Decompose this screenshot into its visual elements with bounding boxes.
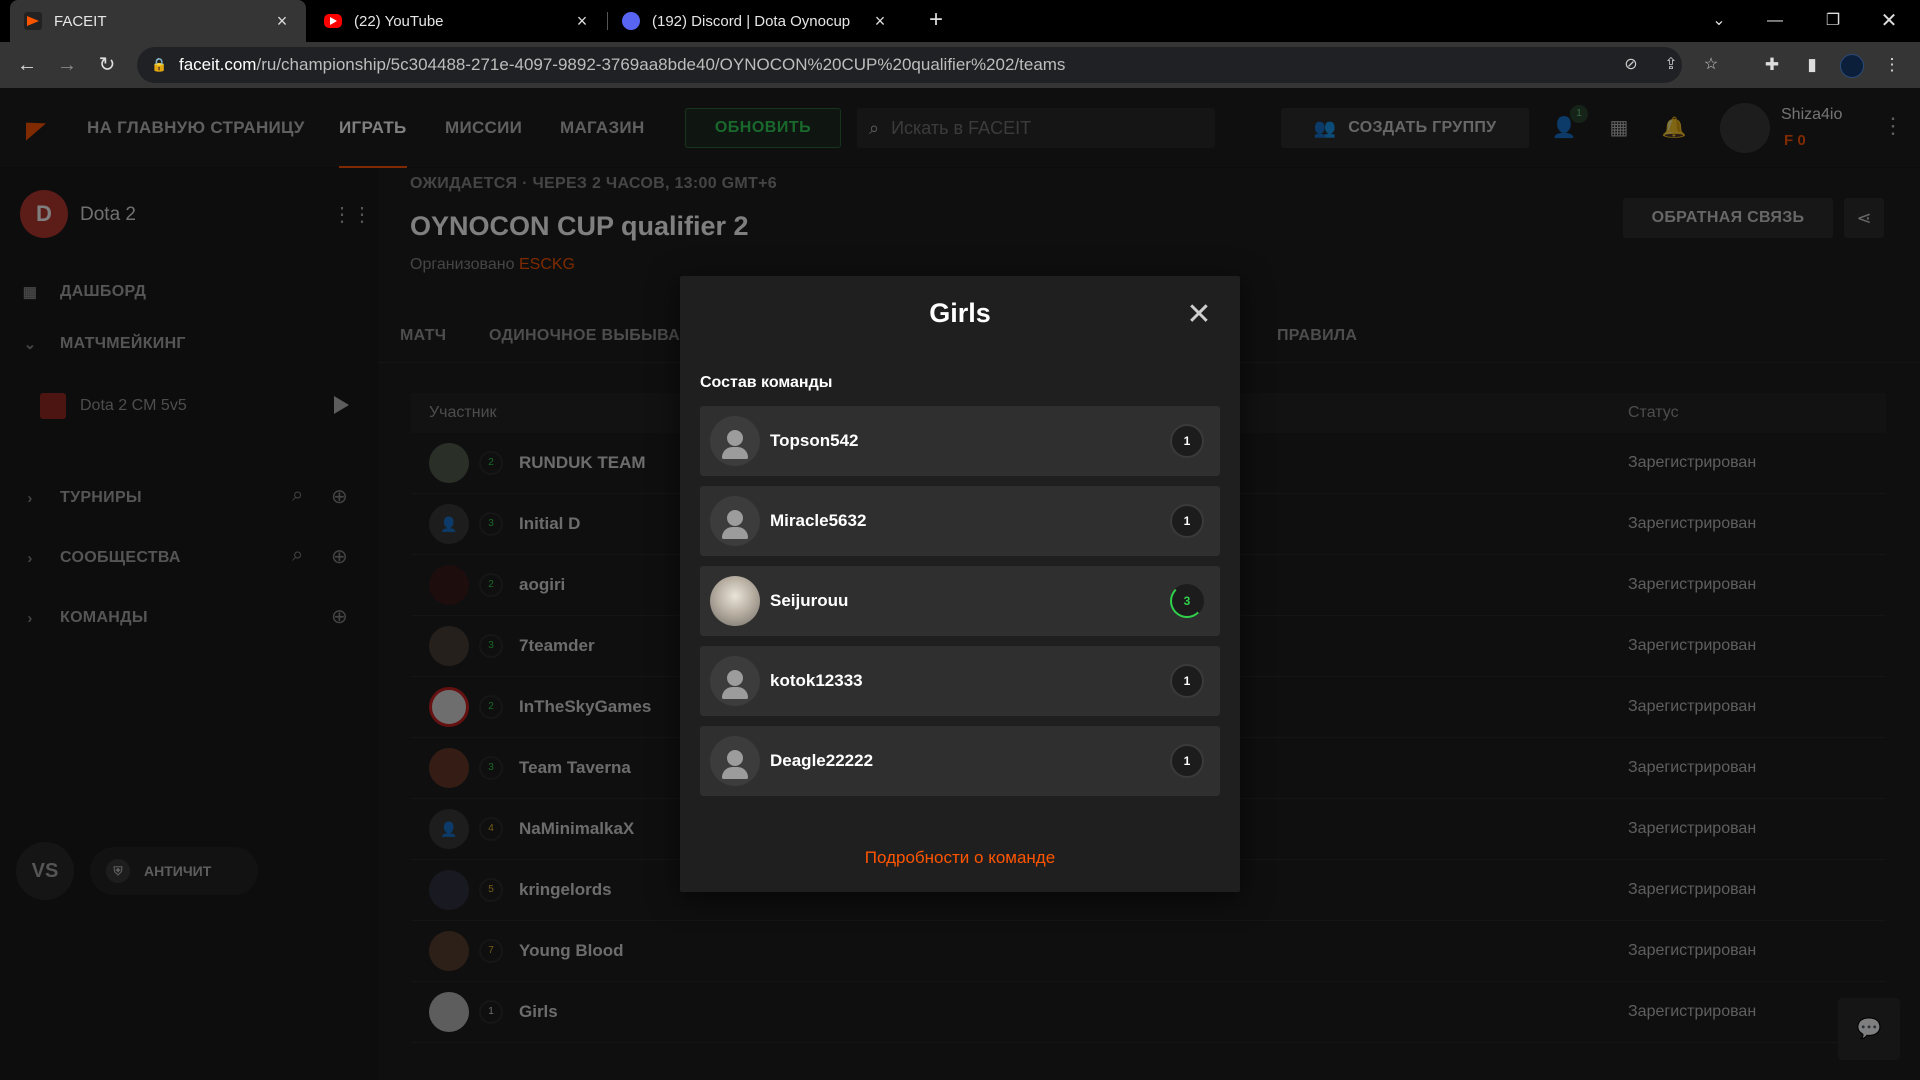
reload-icon[interactable]: ↻ — [92, 50, 122, 80]
minimize-icon[interactable]: — — [1752, 0, 1798, 42]
player-avatar — [710, 576, 760, 626]
player-card[interactable]: kotok12333 1 — [700, 646, 1220, 716]
player-card[interactable]: Miracle5632 1 — [700, 486, 1220, 556]
forward-icon[interactable]: → — [52, 50, 82, 80]
lock-icon: 🔒 — [151, 57, 168, 72]
faceit-favicon-icon — [24, 12, 42, 30]
profile-avatar-icon[interactable] — [1837, 50, 1867, 80]
player-name: kotok12333 — [770, 671, 863, 690]
url-input[interactable]: 🔒 faceit.com/ru/championship/5c304488-27… — [137, 47, 1718, 83]
url-host: faceit.com — [179, 55, 257, 74]
close-tab-icon[interactable]: × — [572, 11, 592, 32]
close-tab-icon[interactable]: × — [870, 11, 890, 32]
browser-menu-icon[interactable]: ⋮ — [1877, 50, 1907, 80]
tab-youtube[interactable]: (22) YouTube × — [310, 0, 606, 42]
player-card[interactable]: Topson542 1 — [700, 406, 1220, 476]
skill-level-badge: 1 — [1170, 744, 1204, 778]
player-name: Miracle5632 — [770, 511, 867, 530]
player-name: Deagle22222 — [770, 751, 874, 770]
new-tab-icon[interactable]: + — [922, 6, 950, 34]
side-panel-icon[interactable]: ▮ — [1797, 50, 1827, 80]
bookmark-star-icon[interactable]: ☆ — [1696, 47, 1726, 83]
player-card[interactable]: Seijurouu 3 — [700, 566, 1220, 636]
share-page-icon[interactable]: ⇪ — [1656, 47, 1686, 83]
restore-icon[interactable]: ❐ — [1810, 0, 1856, 42]
team-details-link[interactable]: Подробности о команде — [680, 848, 1240, 868]
skill-level-badge: 1 — [1170, 424, 1204, 458]
discord-favicon-icon — [622, 12, 640, 30]
close-window-icon[interactable]: ✕ — [1866, 0, 1912, 42]
player-avatar — [710, 736, 760, 786]
tab-title: (192) Discord | Dota Oynocup — [652, 12, 851, 30]
player-card[interactable]: Deagle22222 1 — [700, 726, 1220, 796]
skill-level-badge: 3 — [1170, 584, 1204, 618]
tab-title: (22) YouTube — [354, 12, 444, 30]
close-icon[interactable]: ✕ — [1183, 300, 1215, 332]
youtube-favicon-icon — [324, 14, 342, 28]
player-avatar — [710, 416, 760, 466]
skill-level-badge: 1 — [1170, 664, 1204, 698]
address-bar: ← → ↻ 🔒 faceit.com/ru/championship/5c304… — [0, 42, 1920, 88]
skill-level-badge: 1 — [1170, 504, 1204, 538]
tab-discord[interactable]: (192) Discord | Dota Oynocup × — [608, 0, 904, 42]
back-icon[interactable]: ← — [12, 50, 42, 80]
team-roster-modal: Girls ✕ Состав команды Topson542 1 Mirac… — [680, 276, 1240, 892]
tab-title: FACEIT — [54, 12, 107, 30]
tab-faceit[interactable]: FACEIT × — [10, 0, 306, 42]
player-name: Topson542 — [770, 431, 859, 450]
tab-search-icon[interactable]: ⌄ — [1696, 0, 1742, 42]
player-avatar — [710, 496, 760, 546]
site-blocked-icon[interactable]: ⊘ — [1616, 47, 1646, 83]
browser-tab-bar: FACEIT × (22) YouTube × (192) Discord | … — [0, 0, 1920, 42]
extensions-icon[interactable]: ✚ — [1757, 50, 1787, 80]
modal-title: Girls — [929, 298, 991, 328]
close-tab-icon[interactable]: × — [272, 11, 292, 32]
roster-label: Состав команды — [700, 374, 833, 391]
player-name: Seijurouu — [770, 591, 849, 610]
player-avatar — [710, 656, 760, 706]
url-path: /ru/championship/5c304488-271e-4097-9892… — [256, 55, 1066, 74]
